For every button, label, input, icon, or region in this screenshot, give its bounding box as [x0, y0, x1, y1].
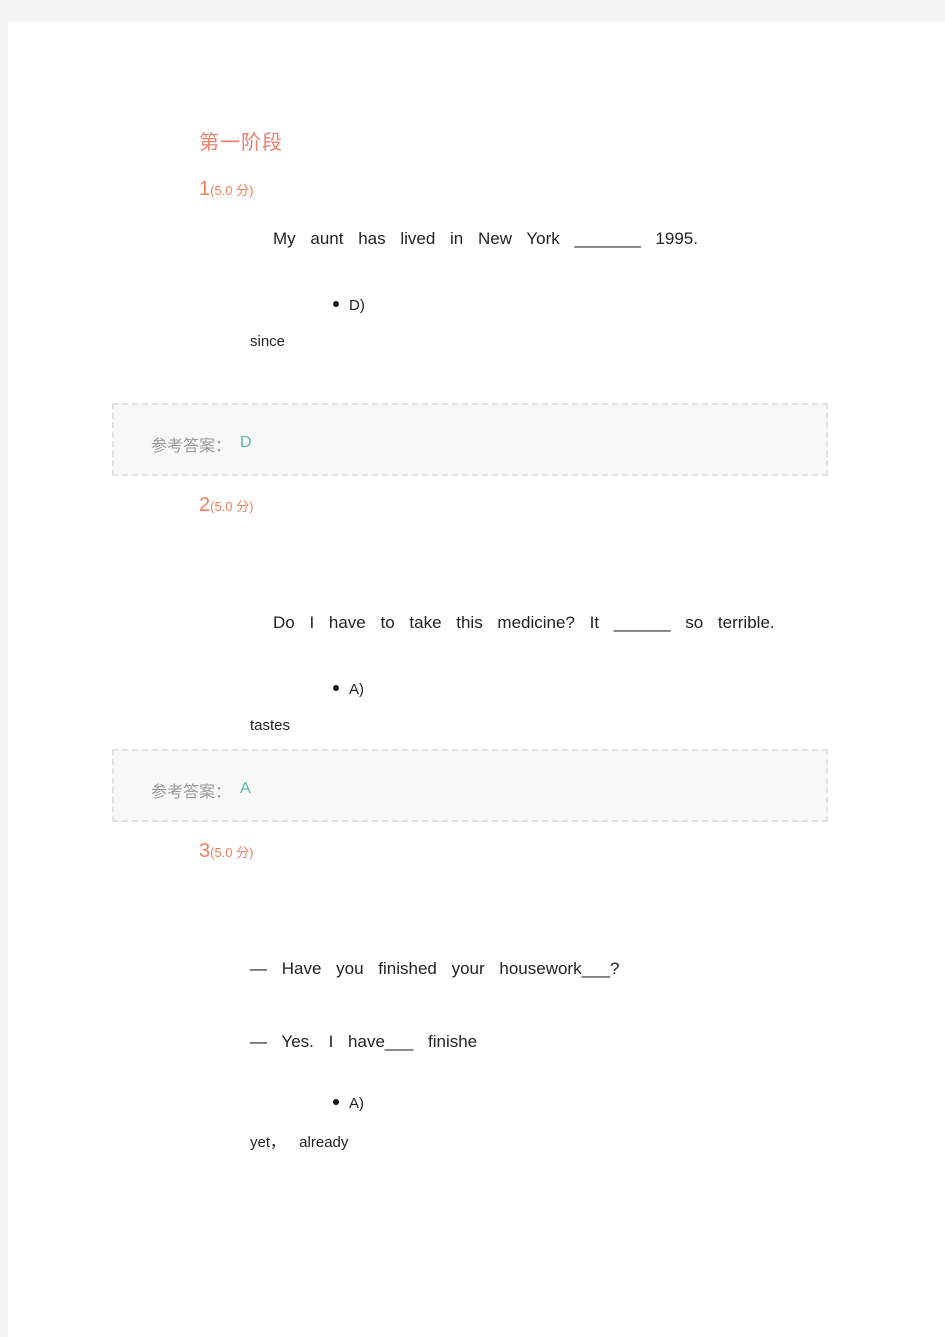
- question-score: (5.0 分): [210, 499, 254, 514]
- reference-answer-value: A: [240, 780, 251, 797]
- reference-answer-label: 参考答案：: [151, 782, 232, 801]
- question-1-option-text: since: [250, 333, 286, 350]
- option-label: D): [349, 297, 365, 314]
- question-3-option-text: yet， already: [250, 1134, 349, 1151]
- question-number: 2: [199, 494, 211, 516]
- question-score: (5.0 分): [210, 845, 254, 860]
- question-2-option: A): [333, 681, 364, 698]
- question-2-option-text: tastes: [250, 717, 291, 734]
- reference-answer-value: D: [240, 434, 252, 451]
- question-1-option: D): [333, 297, 365, 314]
- question-3-header: 3(5.0 分): [199, 840, 253, 863]
- question-2-header: 2(5.0 分): [199, 494, 253, 517]
- bullet-icon: [333, 301, 339, 308]
- reference-answer-label: 参考答案：: [151, 436, 232, 455]
- question-3-option: A): [333, 1095, 364, 1112]
- question-score: (5.0 分): [210, 183, 254, 198]
- question-3-text-line-2: — Yes. I have___ finishe: [250, 1032, 478, 1051]
- question-2-text: Do I have to take this medicine? It ____…: [273, 613, 775, 632]
- question-number: 3: [199, 840, 211, 862]
- document-page: 第一阶段 1(5.0 分) My aunt has lived in New Y…: [8, 22, 945, 1337]
- section-title: 第一阶段: [199, 130, 283, 154]
- question-1-header: 1(5.0 分): [199, 178, 253, 201]
- option-label: A): [349, 1095, 364, 1112]
- reference-answer-box-1: 参考答案： D: [112, 403, 828, 476]
- bullet-icon: [333, 1099, 339, 1106]
- bullet-icon: [333, 685, 339, 692]
- question-3-text-line-1: — Have you finished your housework___?: [250, 959, 620, 978]
- option-label: A): [349, 681, 364, 698]
- question-number: 1: [199, 178, 211, 200]
- reference-answer-box-2: 参考答案： A: [112, 749, 828, 822]
- question-1-text: My aunt has lived in New York _______ 19…: [273, 229, 698, 248]
